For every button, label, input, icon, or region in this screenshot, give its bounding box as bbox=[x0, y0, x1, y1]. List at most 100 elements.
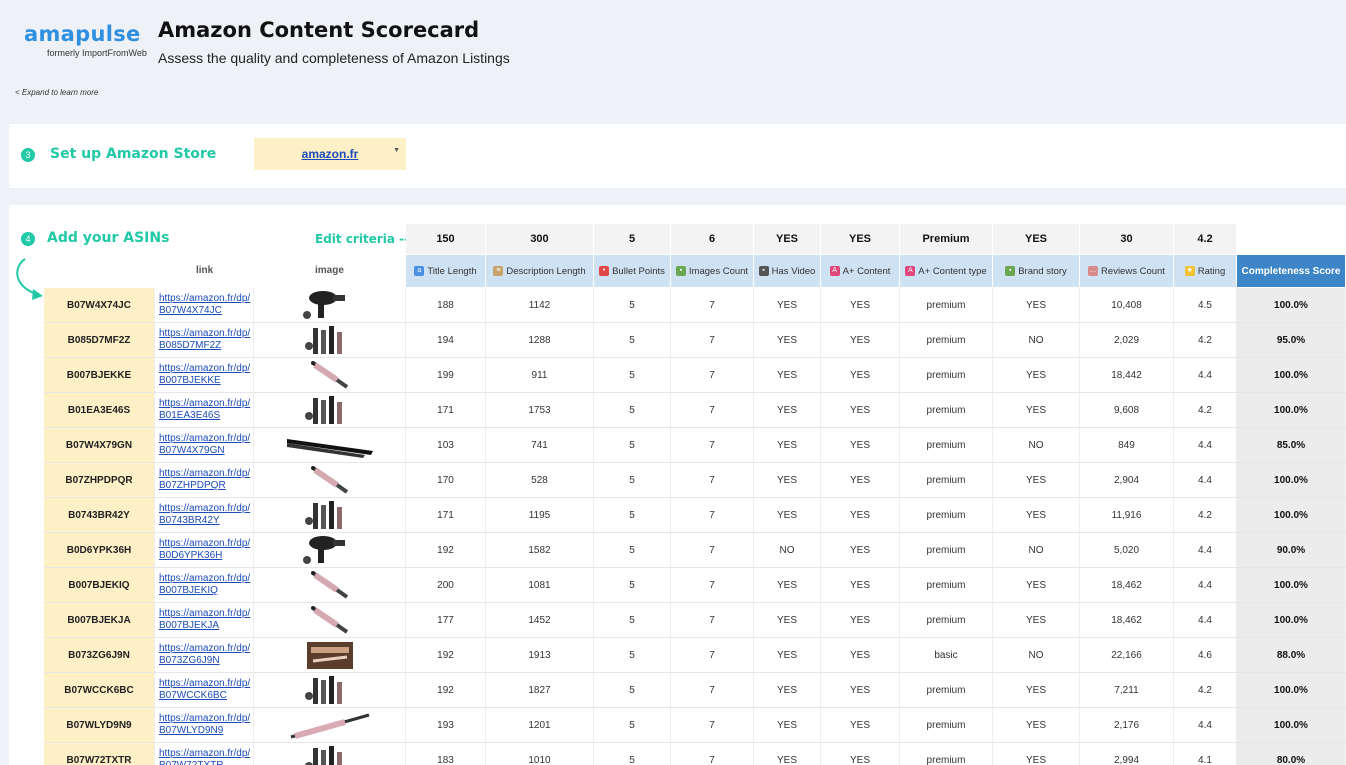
product-link[interactable]: https://amazon.fr/dp/B07ZHPDPQR bbox=[159, 468, 253, 492]
page-subtitle: Assess the quality and completeness of A… bbox=[158, 50, 510, 66]
value-cell-8: 2,904 bbox=[1080, 463, 1174, 498]
criteria-value-5[interactable]: YES bbox=[821, 224, 900, 254]
criteria-value-4[interactable]: YES bbox=[754, 224, 821, 254]
product-image bbox=[302, 290, 345, 319]
picture-icon: ▪ bbox=[1005, 266, 1016, 276]
asin-cell[interactable]: B07W72TXTR bbox=[44, 743, 155, 765]
store-dropdown[interactable]: amazon.fr ▼ bbox=[254, 138, 406, 170]
product-link[interactable]: https://amazon.fr/dp/B0D6YPK36H bbox=[159, 538, 253, 562]
criteria-value-6[interactable]: Premium bbox=[900, 224, 993, 254]
value-cell-9: 4.2 bbox=[1174, 393, 1237, 428]
completeness-score-cell: 100.0% bbox=[1237, 708, 1346, 743]
product-link[interactable]: https://amazon.fr/dp/B007BJEKKE bbox=[159, 363, 253, 387]
value-cell-6: premium bbox=[900, 323, 993, 358]
value-cell-8: 18,462 bbox=[1080, 568, 1174, 603]
criteria-value-0[interactable]: 150 bbox=[406, 224, 486, 254]
completeness-score-cell: 80.0% bbox=[1237, 743, 1346, 765]
criteria-value-7[interactable]: YES bbox=[993, 224, 1080, 254]
product-link[interactable]: https://amazon.fr/dp/B085D7MF2Z bbox=[159, 328, 253, 352]
criteria-value-3[interactable]: 6 bbox=[671, 224, 754, 254]
value-cell-1: 1827 bbox=[486, 673, 594, 708]
asin-cell[interactable]: B085D7MF2Z bbox=[44, 323, 155, 358]
asin-cell[interactable]: B007BJEKIQ bbox=[44, 568, 155, 603]
product-link[interactable]: https://amazon.fr/dp/B073ZG6J9N bbox=[159, 643, 253, 667]
table-row: B07WCCK6BC https://amazon.fr/dp/B07WCCK6B… bbox=[9, 673, 1346, 708]
product-image bbox=[310, 570, 348, 599]
column-header-label: Description Length bbox=[506, 265, 586, 277]
product-link[interactable]: https://amazon.fr/dp/B007BJEKJA bbox=[159, 608, 253, 632]
value-cell-1: 911 bbox=[486, 358, 594, 393]
asin-cell[interactable]: B0D6YPK36H bbox=[44, 533, 155, 568]
value-cell-9: 4.5 bbox=[1174, 288, 1237, 323]
product-link[interactable]: https://amazon.fr/dp/B07WCCK6BC bbox=[159, 678, 253, 702]
criteria-value-9[interactable]: 4.2 bbox=[1174, 224, 1237, 254]
value-cell-0: 192 bbox=[406, 638, 486, 673]
value-cell-6: premium bbox=[900, 603, 993, 638]
criteria-value-1[interactable]: 300 bbox=[486, 224, 594, 254]
link-column-header: link bbox=[196, 265, 214, 276]
image-cell bbox=[254, 568, 406, 603]
value-cell-5: YES bbox=[821, 603, 900, 638]
asin-cell[interactable]: B007BJEKJA bbox=[44, 603, 155, 638]
asin-cell[interactable]: B07WLYD9N9 bbox=[44, 708, 155, 743]
criteria-value-2[interactable]: 5 bbox=[594, 224, 671, 254]
star-icon: ★ bbox=[1184, 266, 1195, 276]
value-cell-5: YES bbox=[821, 743, 900, 765]
image-cell bbox=[254, 673, 406, 708]
expand-learn-more-link[interactable]: < Expand to learn more bbox=[15, 88, 98, 97]
value-cell-5: YES bbox=[821, 463, 900, 498]
asin-cell[interactable]: B07ZHPDPQR bbox=[44, 463, 155, 498]
product-link[interactable]: https://amazon.fr/dp/B07W4X74JC bbox=[159, 293, 253, 317]
picture-icon: ▪ bbox=[675, 266, 686, 276]
completeness-score-cell: 100.0% bbox=[1237, 603, 1346, 638]
asin-cell[interactable]: B07WCCK6BC bbox=[44, 673, 155, 708]
product-link[interactable]: https://amazon.fr/dp/B007BJEKIQ bbox=[159, 573, 253, 597]
asin-cell[interactable]: B0743BR42Y bbox=[44, 498, 155, 533]
asin-cell[interactable]: B01EA3E46S bbox=[44, 393, 155, 428]
value-cell-1: 528 bbox=[486, 463, 594, 498]
value-cell-6: premium bbox=[900, 358, 993, 393]
value-cell-7: NO bbox=[993, 428, 1080, 463]
value-cell-2: 5 bbox=[594, 288, 671, 323]
completeness-score-cell: 95.0% bbox=[1237, 323, 1346, 358]
value-cell-5: YES bbox=[821, 288, 900, 323]
asin-cell[interactable]: B007BJEKKE bbox=[44, 358, 155, 393]
value-cell-4: YES bbox=[754, 393, 821, 428]
product-link[interactable]: https://amazon.fr/dp/B01EA3E46S bbox=[159, 398, 253, 422]
value-cell-8: 2,994 bbox=[1080, 743, 1174, 765]
image-cell bbox=[254, 708, 406, 743]
store-setup-label: Set up Amazon Store bbox=[50, 146, 217, 162]
value-cell-9: 4.4 bbox=[1174, 428, 1237, 463]
product-link[interactable]: https://amazon.fr/dp/B07W4X79GN bbox=[159, 433, 253, 457]
product-image bbox=[304, 395, 342, 424]
value-cell-0: 170 bbox=[406, 463, 486, 498]
product-link[interactable]: https://amazon.fr/dp/B07WLYD9N9 bbox=[159, 713, 253, 737]
value-cell-6: premium bbox=[900, 393, 993, 428]
amapulse-logo: amapulse formerly ImportFromWeb bbox=[24, 22, 154, 58]
value-cell-1: 1452 bbox=[486, 603, 594, 638]
value-cell-1: 1142 bbox=[486, 288, 594, 323]
value-cell-3: 7 bbox=[671, 533, 754, 568]
value-cell-3: 7 bbox=[671, 358, 754, 393]
value-cell-5: YES bbox=[821, 498, 900, 533]
value-cell-4: YES bbox=[754, 603, 821, 638]
asin-cell[interactable]: B073ZG6J9N bbox=[44, 638, 155, 673]
link-cell: https://amazon.fr/dp/B007BJEKKE bbox=[155, 358, 254, 393]
value-cell-3: 7 bbox=[671, 673, 754, 708]
product-link[interactable]: https://amazon.fr/dp/B0743BR42Y bbox=[159, 503, 253, 527]
value-cell-4: YES bbox=[754, 428, 821, 463]
image-cell bbox=[254, 533, 406, 568]
caret-down-icon: ▼ bbox=[393, 147, 400, 154]
store-dropdown-value: amazon.fr bbox=[301, 147, 359, 161]
asin-cell[interactable]: B07W4X74JC bbox=[44, 288, 155, 323]
value-cell-8: 7,211 bbox=[1080, 673, 1174, 708]
product-link[interactable]: https://amazon.fr/dp/B07W72TXTR bbox=[159, 748, 253, 765]
image-cell bbox=[254, 638, 406, 673]
value-cell-9: 4.4 bbox=[1174, 533, 1237, 568]
text-icon: a bbox=[414, 266, 425, 276]
criteria-value-8[interactable]: 30 bbox=[1080, 224, 1174, 254]
link-cell: https://amazon.fr/dp/B0743BR42Y bbox=[155, 498, 254, 533]
value-cell-0: 200 bbox=[406, 568, 486, 603]
product-image bbox=[310, 605, 348, 634]
asin-cell[interactable]: B07W4X79GN bbox=[44, 428, 155, 463]
